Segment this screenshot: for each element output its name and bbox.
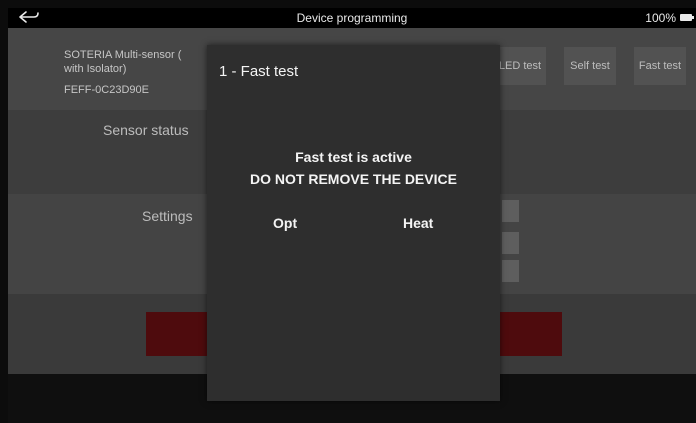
- self-test-button[interactable]: Self test: [564, 47, 616, 85]
- dialog-message-active: Fast test is active: [295, 149, 412, 165]
- device-name-line1: SOTERIA Multi-sensor (: [64, 49, 182, 61]
- dialog-title: 1 - Fast test: [219, 63, 299, 80]
- battery-icon: [680, 14, 694, 21]
- settings-control[interactable]: [502, 232, 519, 254]
- sensor-status-label: Sensor status: [103, 122, 189, 138]
- led-test-button[interactable]: LED test: [494, 47, 546, 85]
- opt-label: Opt: [273, 215, 298, 231]
- settings-control[interactable]: [502, 260, 519, 282]
- settings-label: Settings: [142, 208, 193, 224]
- battery-percentage: 100%: [645, 11, 676, 25]
- device-name-line2: with Isolator): [64, 63, 127, 75]
- status-bar: Device programming 100%: [8, 8, 696, 28]
- device-id: FEFF-0C23D90E: [64, 84, 149, 96]
- fast-test-dialog: 1 - Fast test Fast test is active DO NOT…: [207, 45, 500, 401]
- device-name: SOTERIA Multi-sensor ( with Isolator): [64, 48, 214, 76]
- fast-test-button[interactable]: Fast test: [634, 47, 686, 85]
- dialog-message-warning: DO NOT REMOVE THE DEVICE: [250, 171, 457, 187]
- screen-title: Device programming: [296, 11, 408, 25]
- heat-label: Heat: [403, 215, 434, 231]
- settings-control[interactable]: [502, 200, 519, 222]
